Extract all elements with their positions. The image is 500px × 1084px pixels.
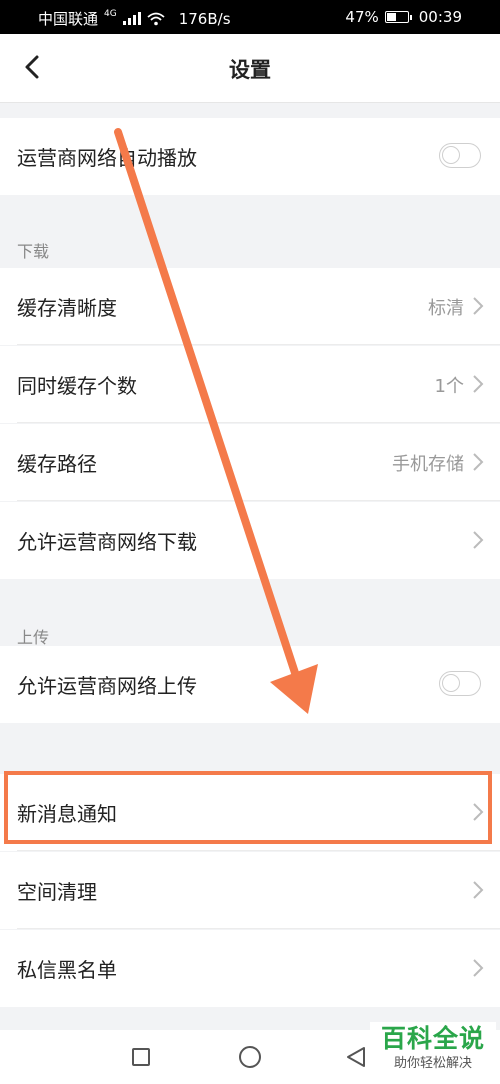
battery-icon	[384, 11, 412, 23]
settings-row-concurrent-cache[interactable]: 同时缓存个数 1个	[0, 346, 500, 423]
divider	[17, 500, 500, 501]
row-label: 新消息通知	[17, 802, 117, 826]
chevron-right-icon	[473, 531, 484, 549]
settings-row-cache-quality[interactable]: 缓存清晰度 标清	[0, 268, 500, 345]
divider	[17, 928, 500, 929]
row-label: 允许运营商网络下载	[17, 530, 197, 554]
row-label: 缓存清晰度	[17, 296, 117, 320]
settings-row-new-message-notification[interactable]: 新消息通知	[0, 774, 500, 851]
settings-row-space-cleanup[interactable]: 空间清理	[0, 852, 500, 929]
row-value: 1个	[434, 376, 464, 397]
watermark-main: 百科全说	[380, 1024, 485, 1053]
autoplay-toggle[interactable]	[439, 143, 481, 168]
wifi-icon	[147, 12, 165, 25]
watermark-sub: 助你轻松解决	[393, 1056, 472, 1071]
section-title-upload: 上传	[17, 628, 50, 647]
row-value: 标清	[428, 298, 464, 319]
signal-icon	[122, 12, 141, 25]
status-bar: 中国联通 4G 176B/s 47% 00:39	[0, 0, 500, 34]
network-speed: 176B/s	[178, 9, 231, 28]
row-label: 允许运营商网络上传	[17, 674, 197, 698]
settings-row-carrier-download[interactable]: 允许运营商网络下载	[0, 502, 500, 579]
chevron-right-icon	[473, 959, 484, 977]
divider	[17, 422, 500, 423]
network-type: 4G	[104, 8, 117, 19]
section-title-download: 下载	[17, 242, 50, 261]
row-label: 同时缓存个数	[17, 374, 137, 398]
back-triangle-icon[interactable]	[344, 1045, 368, 1069]
chevron-right-icon	[473, 297, 484, 315]
carrier-name: 中国联通	[38, 10, 99, 28]
home-icon[interactable]	[239, 1046, 261, 1068]
row-label: 私信黑名单	[17, 958, 117, 982]
clock: 00:39	[418, 8, 462, 26]
divider	[17, 344, 500, 345]
chevron-right-icon	[473, 375, 484, 393]
upload-toggle[interactable]	[439, 671, 481, 696]
divider	[17, 850, 500, 851]
chevron-right-icon	[473, 803, 484, 821]
settings-row-carrier-autoplay[interactable]: 运营商网络自动播放	[0, 118, 500, 195]
chevron-right-icon	[473, 453, 484, 471]
row-label: 空间清理	[17, 880, 97, 904]
row-value: 手机存储	[392, 454, 464, 475]
settings-row-carrier-upload[interactable]: 允许运营商网络上传	[0, 646, 500, 723]
row-label: 运营商网络自动播放	[17, 146, 197, 170]
row-label: 缓存路径	[17, 452, 97, 476]
settings-row-dm-blacklist[interactable]: 私信黑名单	[0, 930, 500, 1007]
battery-percent: 47%	[345, 8, 379, 26]
watermark: 百科全说 助你轻松解决	[370, 1022, 496, 1082]
chevron-right-icon	[473, 881, 484, 899]
header: 设置	[0, 34, 500, 103]
page-title: 设置	[229, 58, 271, 82]
recent-apps-icon[interactable]	[132, 1048, 150, 1066]
settings-row-cache-path[interactable]: 缓存路径 手机存储	[0, 424, 500, 501]
